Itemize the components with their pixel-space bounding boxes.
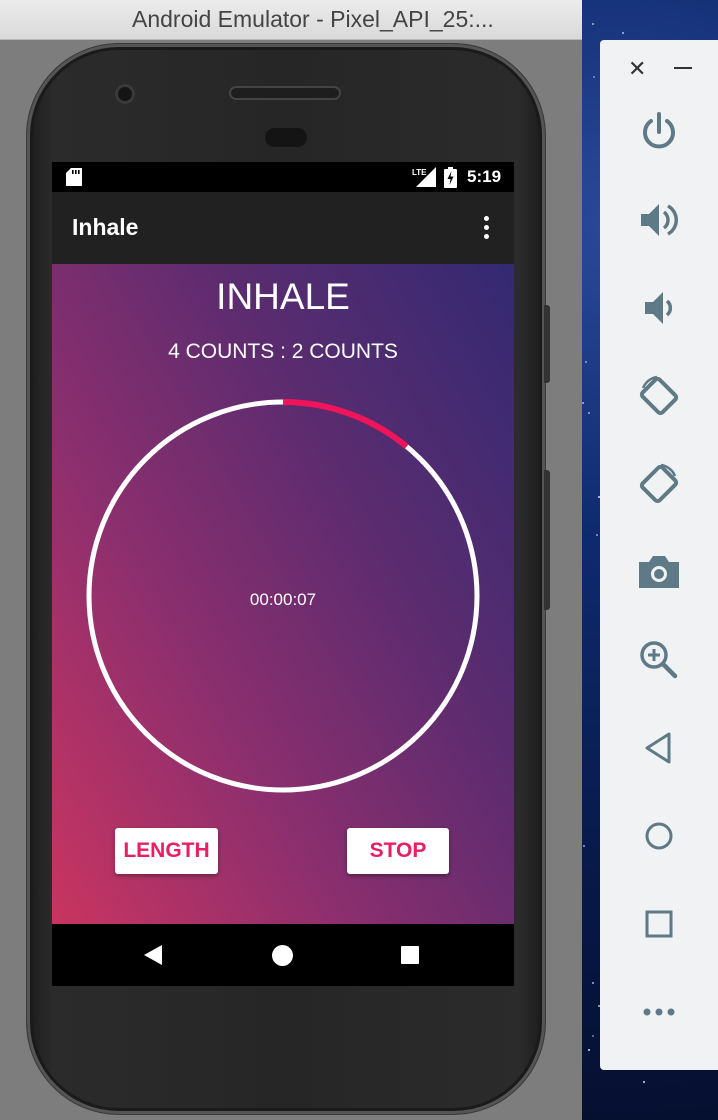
rotate-right-button[interactable] [600,454,718,514]
overview-icon [645,910,673,938]
star [622,32,624,34]
navigation-bar [52,924,514,986]
minimize-icon[interactable] [674,67,692,69]
breathing-content: INHALE 4 COUNTS : 2 COUNTS 00:00:07 LENG… [52,264,514,924]
sd-card-icon [66,168,82,186]
title-bar[interactable]: Android Emulator - Pixel_API_25:... [0,0,582,40]
zoom-button[interactable] [600,630,718,690]
zoom-icon [640,641,678,679]
overflow-menu-icon[interactable] [476,214,496,242]
front-camera [115,84,135,104]
close-icon[interactable]: ✕ [628,56,646,82]
elapsed-timer: 00:00:07 [249,590,317,609]
length-button[interactable]: LENGTH [115,828,218,874]
rotate-right-icon [639,463,679,504]
star [588,412,590,414]
star [582,402,584,404]
phase-title: INHALE [216,276,350,317]
volume-down-button[interactable] [600,278,718,338]
toolbar-title: Inhale [72,214,139,240]
emulator-side-panel: ✕ [600,40,718,1070]
star [592,982,594,984]
power-icon [643,112,675,149]
volume-hardware-button[interactable] [544,470,550,610]
counts-ratio: 4 COUNTS : 2 COUNTS [168,340,398,363]
screenshot-button[interactable] [600,542,718,602]
status-bar: LTE 5:19 [52,162,514,192]
network-type-label: LTE [412,168,427,177]
back-nav-icon[interactable] [144,945,164,965]
more-icon [643,1008,675,1016]
volume-up-icon [641,204,678,236]
earpiece [229,86,341,100]
power-hardware-button[interactable] [544,305,550,383]
app-toolbar: Inhale [52,192,514,264]
star [596,534,598,536]
star [643,1081,645,1083]
star [583,845,585,847]
star [592,1035,594,1037]
more-button[interactable] [600,982,718,1042]
stop-button[interactable]: STOP [347,828,449,874]
rotate-left-icon [639,375,679,416]
volume-down-icon [645,292,673,324]
status-clock: 5:19 [467,167,502,186]
proximity-sensor [265,128,307,147]
home-button[interactable] [600,806,718,866]
ring-progress-arc [282,399,409,449]
star [592,23,594,25]
star [585,361,587,363]
volume-up-button[interactable] [600,190,718,250]
emulator-window: Android Emulator - Pixel_API_25:... LTE … [0,0,582,1120]
star [588,1049,590,1051]
overview-button[interactable] [600,894,718,954]
back-button[interactable] [600,718,718,778]
power-button[interactable] [600,102,718,162]
window-title: Android Emulator - Pixel_API_25:... [132,6,494,32]
back-icon [645,732,671,764]
battery-charging-icon [444,167,457,188]
rotate-left-button[interactable] [600,366,718,426]
home-nav-icon[interactable] [272,945,293,966]
recents-nav-icon[interactable] [401,946,419,964]
signal-lte-icon: LTE [412,167,436,187]
camera-icon [639,556,679,588]
device-screen: LTE 5:19 Inhale INHALE 4 COUNTS : 2 COUN… [52,162,514,986]
star [593,76,595,78]
home-icon [645,822,673,850]
